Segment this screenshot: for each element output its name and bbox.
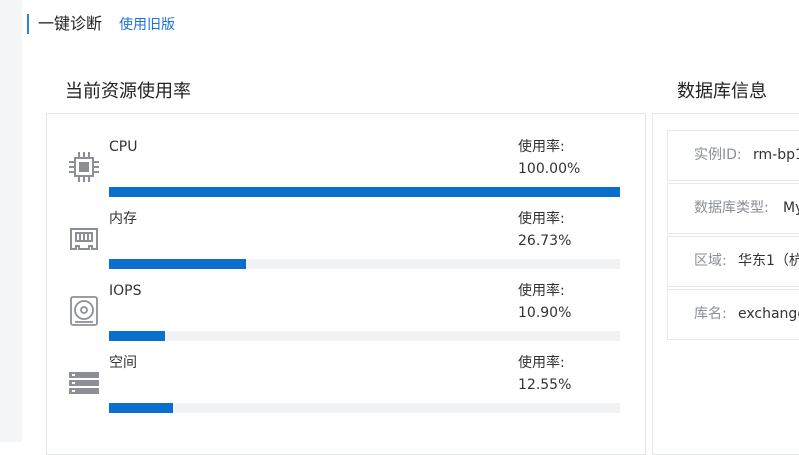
usage-value: 100.00% <box>518 161 581 177</box>
db-info-row-region: 区域: 华东1（杭 <box>667 236 799 287</box>
db-info-label: 区域: <box>694 253 727 269</box>
usage-progress-track <box>109 187 620 197</box>
cpu-chip-icon <box>67 150 101 184</box>
usage-label: 使用率: <box>518 211 565 227</box>
usage-label: 使用率: <box>518 139 565 155</box>
usage-label: 使用率: <box>518 355 565 371</box>
memory-module-icon <box>67 222 101 256</box>
db-info-value: rm-bp1 <box>753 147 799 163</box>
resource-usage-panel: CPU 使用率: 100.00% 内存 使用率: 26.73% IOPS 使用率… <box>46 113 646 455</box>
db-info-label: 库名: <box>694 306 727 322</box>
resource-row-memory: 内存 使用率: 26.73% <box>47 210 645 278</box>
server-storage-icon <box>67 366 101 400</box>
resource-row-iops: IOPS 使用率: 10.90% <box>47 282 645 350</box>
db-info-label: 实例ID: <box>694 147 742 163</box>
usage-value: 26.73% <box>518 233 572 249</box>
usage-progress-fill <box>109 259 246 269</box>
usage-progress-track <box>109 403 620 413</box>
db-info-value: My <box>783 200 799 216</box>
usage-progress-track <box>109 331 620 341</box>
db-info-value: 华东1（杭 <box>738 253 799 269</box>
usage-progress-fill <box>109 403 174 413</box>
use-old-version-link[interactable]: 使用旧版 <box>119 16 175 34</box>
usage-label: 使用率: <box>518 283 565 299</box>
resource-name: 空间 <box>109 355 137 371</box>
database-info-title: 数据库信息 <box>677 81 767 102</box>
db-info-label: 数据库类型: <box>694 200 769 216</box>
usage-progress-fill <box>109 331 165 341</box>
resource-row-storage: 空间 使用率: 12.55% <box>47 354 645 422</box>
resource-row-cpu: CPU 使用率: 100.00% <box>47 138 645 206</box>
hard-disk-icon <box>67 294 101 328</box>
resource-usage-title: 当前资源使用率 <box>65 81 191 102</box>
db-info-row-db-name: 库名: exchange <box>667 289 799 340</box>
page-title: 一键诊断 <box>38 14 103 33</box>
resource-name: CPU <box>109 139 138 155</box>
usage-value: 10.90% <box>518 305 572 321</box>
db-info-value: exchange <box>738 306 799 322</box>
db-info-row-instance-id: 实例ID: rm-bp1 <box>667 130 799 181</box>
usage-progress-fill <box>109 187 620 197</box>
database-info-panel: 实例ID: rm-bp1 数据库类型: My 区域: 华东1（杭 库名: exc… <box>652 113 799 455</box>
resource-name: IOPS <box>109 283 142 299</box>
db-info-row-db-type: 数据库类型: My <box>667 183 799 234</box>
left-sidebar-strip <box>0 0 22 442</box>
title-accent-bar <box>27 14 29 34</box>
resource-name: 内存 <box>109 211 137 227</box>
usage-value: 12.55% <box>518 377 572 393</box>
usage-progress-track <box>109 259 620 269</box>
